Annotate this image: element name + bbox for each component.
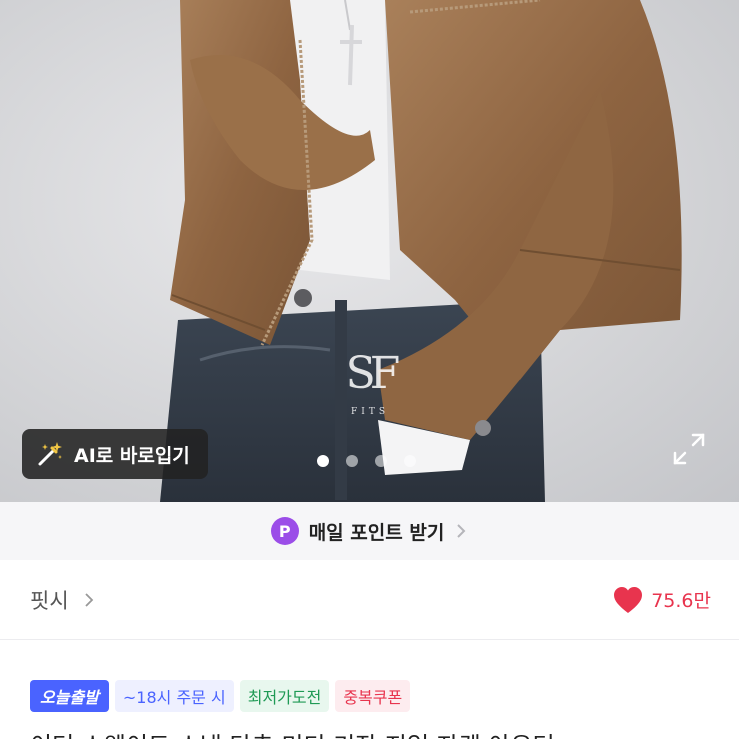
order-cutoff-badge: ~18시 주문 시: [114, 680, 234, 712]
lowest-price-badge: 최저가도전: [239, 680, 330, 712]
like-count: 75.6만: [651, 590, 711, 612]
carousel-dot[interactable]: [317, 455, 329, 467]
points-banner-label: 매일 포인트 받기: [308, 521, 445, 544]
brand-monogram: SF: [345, 348, 401, 399]
expand-icon[interactable]: [672, 432, 706, 466]
heart-icon: [614, 586, 643, 613]
points-icon: P: [270, 517, 299, 545]
coupon-badge: 중복쿠폰: [335, 680, 411, 712]
ai-try-on-label: AI로 바로입기: [74, 444, 190, 467]
carousel-dot[interactable]: [346, 455, 358, 467]
today-ship-badge: 오늘출발: [30, 680, 109, 712]
product-title: 이터 스웨이드 스냅 단추 미디 기장 지업 자켓 아우터: [30, 726, 730, 739]
carousel-dot[interactable]: [404, 455, 416, 467]
magic-wand-icon: [38, 442, 62, 466]
ai-try-on-button[interactable]: AI로 바로입기: [22, 429, 208, 479]
chevron-right-icon: [85, 592, 93, 607]
brand-row: 핏시 75.6만: [0, 560, 739, 640]
brand-name: 핏시: [30, 588, 69, 613]
product-image[interactable]: SF FITS AI로 바로입기: [0, 0, 739, 502]
product-photo: [160, 0, 682, 502]
brand-link[interactable]: 핏시: [30, 585, 95, 615]
brand-wordmark: FITS: [351, 407, 389, 417]
brand-watermark: SF FITS: [340, 345, 401, 425]
chevron-right-icon: [457, 524, 466, 538]
like-button[interactable]: 75.6만: [613, 586, 711, 614]
carousel-dot[interactable]: [375, 455, 387, 467]
product-badges: 오늘출발 ~18시 주문 시 최저가도전 중복쿠폰: [30, 680, 411, 712]
daily-points-banner[interactable]: P 매일 포인트 받기: [0, 502, 739, 560]
carousel-indicator: [317, 455, 416, 467]
